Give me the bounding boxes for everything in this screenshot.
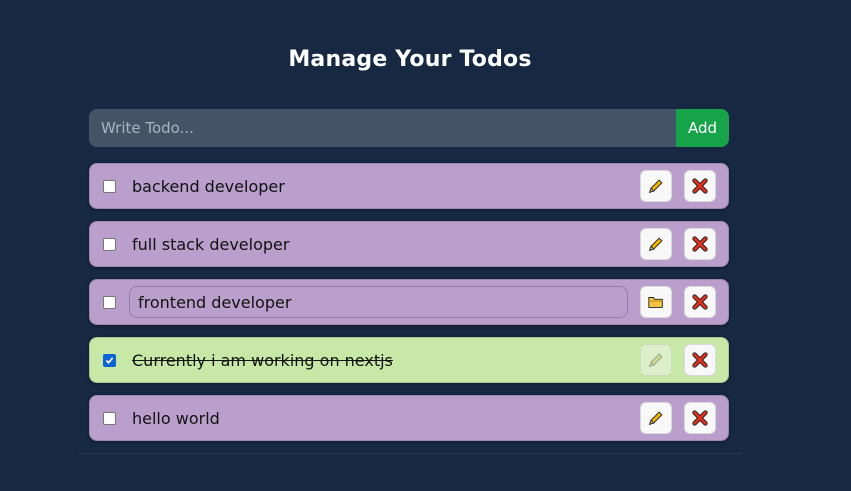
- pencil-icon: [648, 353, 663, 368]
- cross-icon: [692, 178, 708, 194]
- todo-text: hello world: [132, 409, 220, 428]
- edit-button[interactable]: [640, 228, 672, 260]
- pencil-icon: [648, 411, 663, 426]
- cross-icon: [692, 236, 708, 252]
- page-title: Manage Your Todos: [288, 47, 532, 72]
- todo-checkbox[interactable]: [103, 353, 116, 367]
- pencil-icon: [648, 179, 663, 194]
- cross-icon: [692, 352, 708, 368]
- todo-text: full stack developer: [132, 235, 290, 254]
- todo-edit-field[interactable]: frontend developer: [129, 286, 628, 318]
- pencil-icon: [648, 237, 663, 252]
- delete-button[interactable]: [684, 344, 716, 376]
- todo-checkbox[interactable]: [103, 295, 116, 309]
- todo-input[interactable]: [89, 109, 676, 147]
- edit-button[interactable]: [640, 170, 672, 202]
- folder-icon: [648, 297, 663, 308]
- cross-icon: [692, 410, 708, 426]
- todo-text: Currently i am working on nextjs: [132, 351, 393, 370]
- todo-checkbox[interactable]: [103, 179, 116, 193]
- delete-button[interactable]: [684, 286, 716, 318]
- edit-button[interactable]: [640, 402, 672, 434]
- todo-item: backend developer: [89, 163, 729, 209]
- todo-app: Manage Your Todos Add backend developer: [0, 0, 851, 491]
- cross-icon: [692, 294, 708, 310]
- todo-item-completed: Currently i am working on nextjs: [89, 337, 729, 383]
- todo-form: Add: [89, 109, 729, 147]
- edit-button[interactable]: [640, 344, 672, 376]
- todo-text: backend developer: [132, 177, 285, 196]
- todo-item: full stack developer: [89, 221, 729, 267]
- divider: [78, 453, 742, 454]
- delete-button[interactable]: [684, 402, 716, 434]
- todo-list: backend developer full stack developer f…: [89, 163, 729, 453]
- todo-item: frontend developer: [89, 279, 729, 325]
- todo-checkbox[interactable]: [103, 411, 116, 425]
- todo-checkbox[interactable]: [103, 237, 116, 251]
- check-icon: [105, 356, 114, 364]
- todo-item: hello world: [89, 395, 729, 441]
- add-button[interactable]: Add: [676, 109, 729, 147]
- save-button[interactable]: [640, 286, 672, 318]
- delete-button[interactable]: [684, 228, 716, 260]
- delete-button[interactable]: [684, 170, 716, 202]
